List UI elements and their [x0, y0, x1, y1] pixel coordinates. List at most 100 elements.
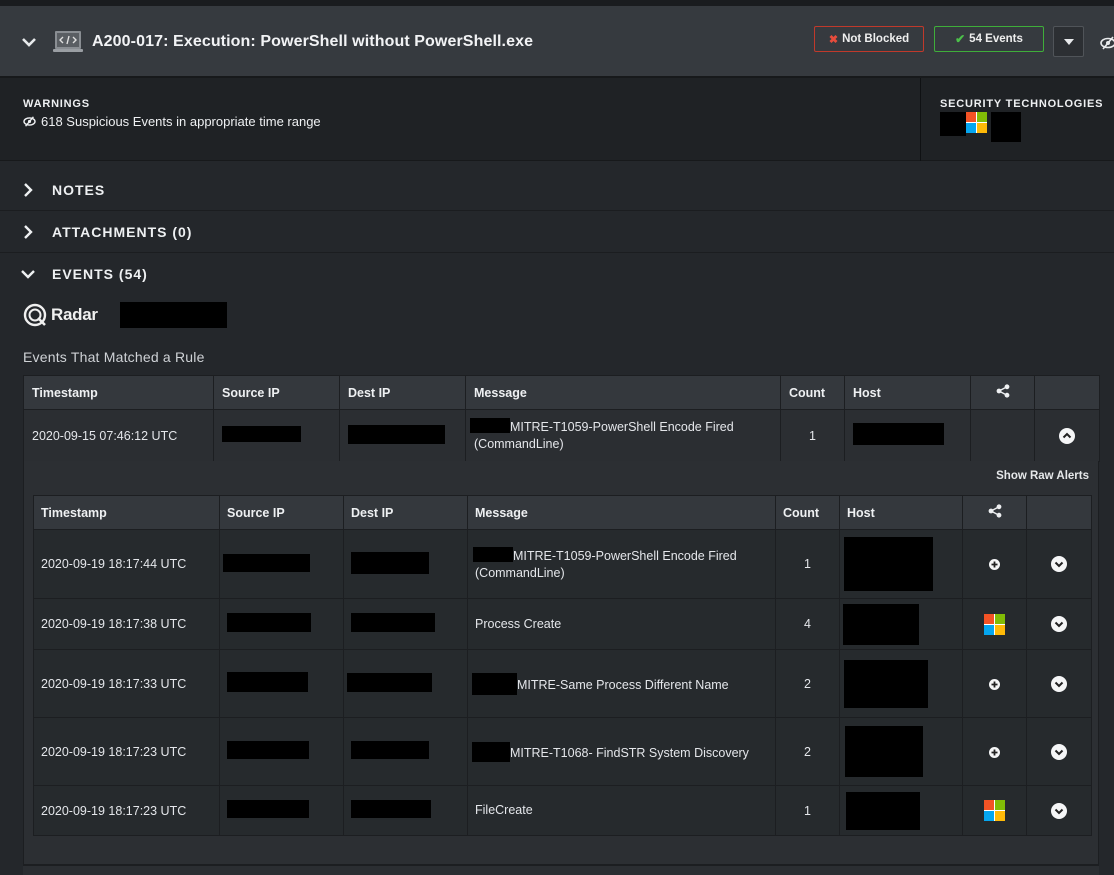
chevron-down-icon[interactable]: [1051, 616, 1067, 632]
redacted-dest-ip: [347, 672, 432, 692]
action-cell[interactable]: [962, 717, 1027, 786]
chevron-down-icon[interactable]: [1051, 556, 1067, 572]
redacted-dest-ip: [351, 613, 435, 632]
redacted-host: [845, 726, 923, 777]
collapse-cell[interactable]: [1034, 409, 1100, 462]
not-blocked-button[interactable]: ✖ Not Blocked: [814, 26, 924, 52]
chevron-right-icon: [24, 183, 33, 197]
message-text: Process Create: [475, 616, 562, 631]
source-ip-cell: [219, 785, 344, 836]
expand-cell[interactable]: [1026, 649, 1092, 718]
share-icon: [988, 504, 1001, 518]
expanded-row-panel: Show Raw Alerts Timestamp Source IP Dest…: [23, 461, 1099, 865]
notes-section[interactable]: NOTES: [0, 169, 1114, 211]
table-row[interactable]: 2020-09-19 18:17:38 UTC Process Create 4: [33, 598, 1092, 650]
expand-cell[interactable]: [1026, 529, 1092, 599]
col-count[interactable]: Count: [780, 375, 845, 410]
dropdown-button[interactable]: [1053, 26, 1084, 57]
redacted-source-ip: [227, 741, 309, 759]
count-cell: 4: [775, 598, 840, 650]
attachments-label: ATTACHMENTS (0): [52, 224, 193, 240]
collapse-chevron-icon[interactable]: [21, 34, 37, 50]
chevron-up-icon[interactable]: [1059, 427, 1075, 444]
plus-icon[interactable]: [989, 678, 1000, 690]
message-text: FileCreate: [475, 803, 533, 817]
action-cell[interactable]: [962, 598, 1027, 650]
redacted-tech-logo: [991, 112, 1021, 142]
plus-icon[interactable]: [989, 559, 1000, 571]
show-raw-alerts-link[interactable]: Show Raw Alerts: [996, 470, 1089, 482]
message-cell: Process Create: [467, 598, 776, 650]
chevron-down-icon[interactable]: [1051, 802, 1067, 819]
col-source-ip[interactable]: Source IP: [213, 375, 340, 410]
windows-icon: [966, 112, 987, 133]
col-message[interactable]: Message: [465, 375, 781, 410]
redacted-host: [843, 603, 919, 645]
message-text: MITRE-Same Process Different Name: [517, 677, 729, 692]
x-icon: ✖: [828, 33, 839, 46]
events-section[interactable]: EVENTS (54): [0, 253, 1114, 295]
chevron-down-icon[interactable]: [1051, 675, 1067, 692]
action-cell[interactable]: [962, 529, 1027, 599]
windows-icon[interactable]: [984, 800, 1005, 821]
redacted-prefix: [472, 741, 510, 762]
message-cell: MITRE-T1059-PowerShell Encode Fired (Com…: [465, 409, 781, 462]
col-expand: [1034, 375, 1100, 410]
col-dest-ip[interactable]: Dest IP: [339, 375, 466, 410]
message-cell: FileCreate: [467, 785, 776, 836]
expand-cell[interactable]: [1026, 598, 1092, 650]
redacted-host: [844, 659, 928, 708]
action-cell[interactable]: [962, 785, 1027, 836]
warnings-panel: WARNINGS 618 Suspicious Events in approp…: [0, 78, 1114, 161]
events-count-label: 54 Events: [969, 33, 1023, 45]
check-icon: ✔: [955, 32, 966, 46]
col-host[interactable]: Host: [844, 375, 971, 410]
expand-cell[interactable]: [1026, 785, 1092, 836]
source-ip-cell: [219, 649, 344, 718]
divider: [920, 78, 921, 161]
table-row[interactable]: 2020-09-19 18:17:23 UTC MITRE-T1068- Fin…: [33, 717, 1092, 786]
events-table: Timestamp Source IP Dest IP Message Coun…: [23, 375, 1100, 462]
redacted-source-ip: [223, 553, 310, 572]
chevron-down-icon[interactable]: [1051, 743, 1067, 760]
table-row[interactable]: 2020-09-19 18:17:23 UTC FileCreate 1: [33, 785, 1092, 836]
redacted-tech-logo: [940, 112, 966, 136]
dest-ip-cell: [339, 409, 466, 462]
col-host[interactable]: Host: [839, 495, 963, 530]
count-cell: 1: [775, 785, 840, 836]
col-source-ip[interactable]: Source IP: [219, 495, 344, 530]
table-row[interactable]: 2020-09-19 18:17:33 UTC MITRE-Same Proce…: [33, 649, 1092, 718]
redacted-host: [846, 791, 920, 830]
col-dest-ip[interactable]: Dest IP: [343, 495, 468, 530]
eye-slash-icon[interactable]: [1100, 36, 1114, 50]
host-cell: [839, 717, 963, 786]
source-ip-cell: [219, 717, 344, 786]
table-row[interactable]: 2020-09-19 18:17:44 UTC MITRE-T1059-Powe…: [33, 529, 1092, 599]
chevron-right-icon: [24, 225, 33, 239]
col-timestamp[interactable]: Timestamp: [23, 375, 214, 410]
dest-ip-cell: [343, 785, 468, 836]
timestamp-cell: 2020-09-19 18:17:23 UTC: [33, 785, 220, 836]
events-count-button[interactable]: ✔ 54 Events: [934, 26, 1044, 52]
warnings-label: WARNINGS: [23, 98, 90, 110]
windows-icon[interactable]: [984, 613, 1005, 635]
attachments-section[interactable]: ATTACHMENTS (0): [0, 211, 1114, 253]
plus-icon[interactable]: [989, 746, 1000, 758]
redacted-dest-ip: [351, 551, 429, 574]
col-expand: [1026, 495, 1092, 530]
col-message[interactable]: Message: [467, 495, 776, 530]
col-count[interactable]: Count: [775, 495, 840, 530]
expand-cell[interactable]: [1026, 717, 1092, 786]
table-footer: [23, 865, 1099, 875]
eye-slash-icon: [23, 116, 36, 127]
scenario-header: A200-017: Execution: PowerShell without …: [0, 0, 1114, 78]
dest-ip-cell: [343, 598, 468, 650]
redacted-dest-ip: [351, 800, 431, 818]
col-timestamp[interactable]: Timestamp: [33, 495, 220, 530]
table-row[interactable]: 2020-09-15 07:46:12 UTC MITRE-T1059-Powe…: [23, 409, 1100, 462]
redacted-prefix: [470, 418, 510, 433]
qradar-logo-text: Radar: [51, 305, 98, 324]
action-cell[interactable]: [962, 649, 1027, 718]
security-technologies-label: SECURITY TECHNOLOGIES: [940, 98, 1104, 110]
redacted-source-ip: [227, 672, 308, 692]
